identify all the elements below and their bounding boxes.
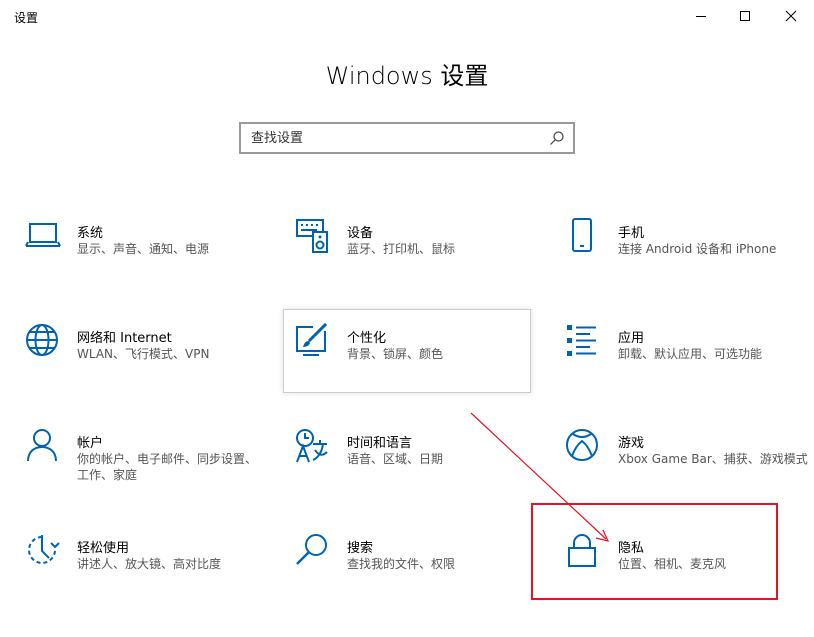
annotation-arrow-icon [470, 412, 610, 542]
